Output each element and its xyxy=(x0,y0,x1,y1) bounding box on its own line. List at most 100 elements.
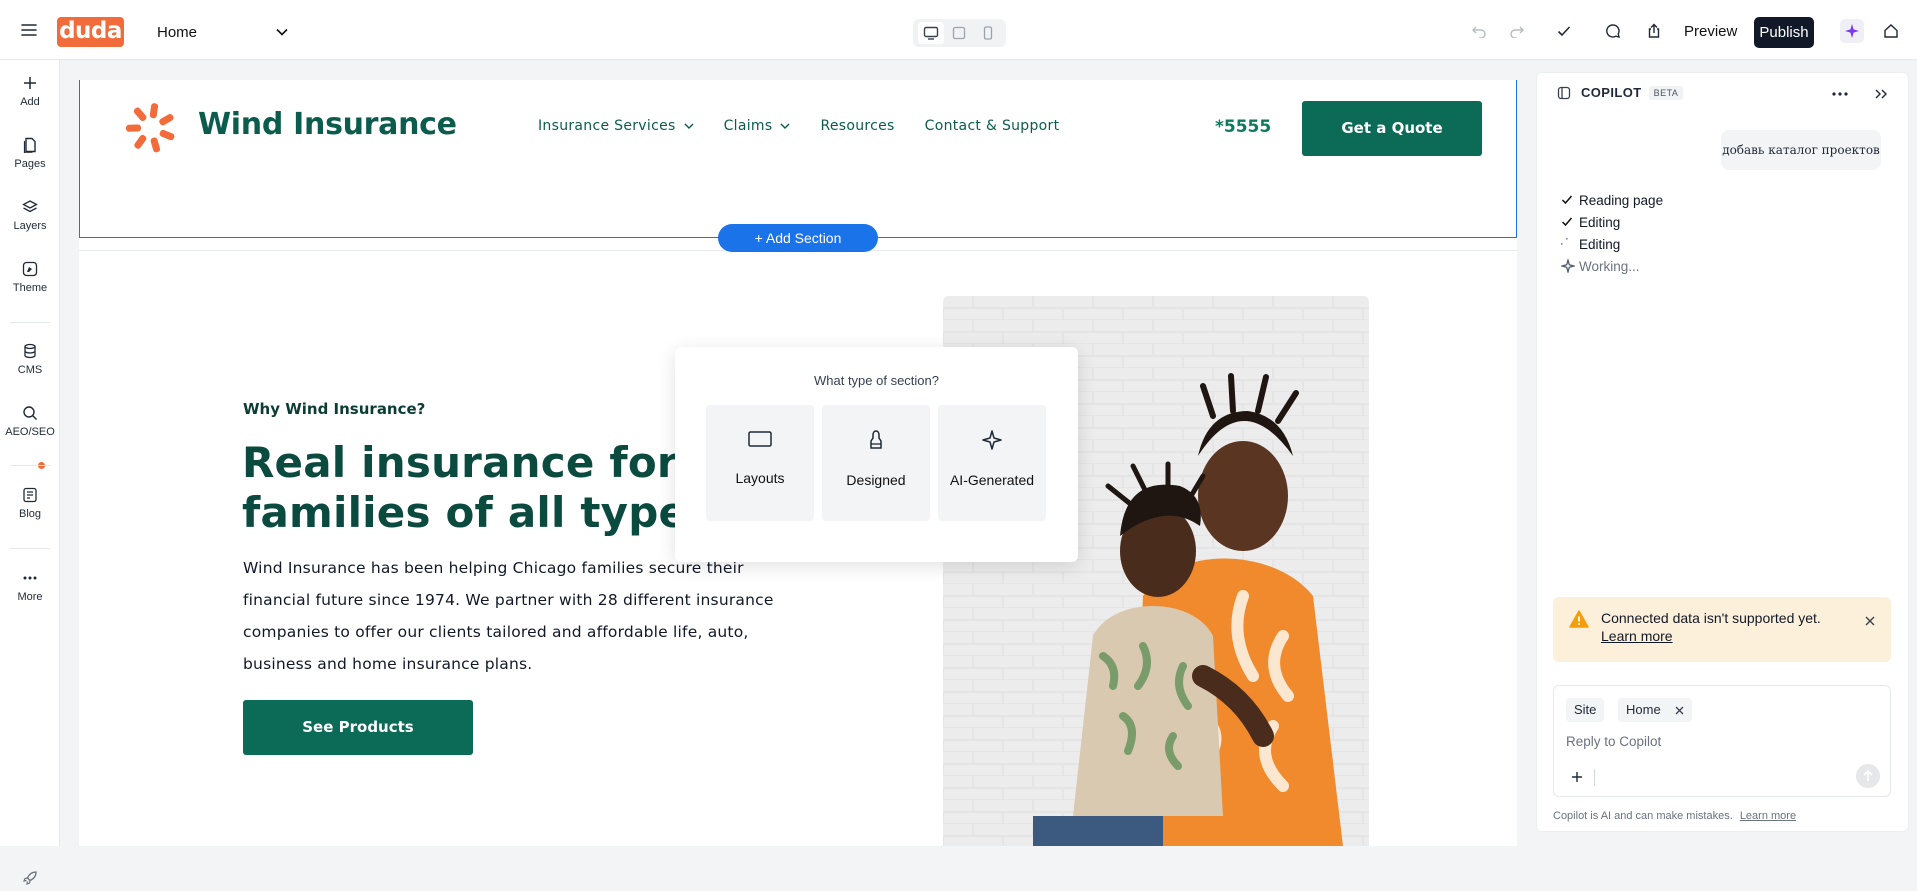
sidebar-item-layers[interactable]: Layers xyxy=(0,199,60,232)
step-label: Reading page xyxy=(1579,192,1664,208)
pages-icon xyxy=(22,137,38,153)
warning-banner: Connected data isn't supported yet. Lear… xyxy=(1553,597,1891,662)
more-icon xyxy=(22,570,38,586)
sidebar-item-more[interactable]: More xyxy=(0,570,60,603)
warning-text: Connected data isn't supported yet. xyxy=(1601,610,1821,626)
preview-button[interactable]: Preview xyxy=(1678,18,1743,46)
sidebar-item-label: More xyxy=(17,591,43,603)
copilot-header: COPILOT BETA xyxy=(1557,85,1684,100)
spinner-icon xyxy=(1561,238,1577,250)
site-navigation: Insurance Services Claims Resources Cont… xyxy=(538,118,1089,134)
tablet-icon[interactable] xyxy=(946,22,972,44)
copilot-icon xyxy=(1557,86,1571,100)
arrow-up-icon xyxy=(1863,770,1873,782)
sidebar-item-add[interactable]: Add xyxy=(0,75,60,108)
add-section-button[interactable]: + Add Section xyxy=(718,224,878,252)
step-item: Reading page xyxy=(1561,189,1663,211)
step-label: Editing xyxy=(1579,236,1621,252)
sidebar-item-cms[interactable]: CMS xyxy=(0,343,60,376)
paint-brush-icon xyxy=(865,429,887,451)
check-icon xyxy=(1561,195,1577,205)
rocket-icon[interactable] xyxy=(14,865,46,891)
sidebar-item-label: Theme xyxy=(12,282,48,294)
nav-item-claims[interactable]: Claims xyxy=(724,118,791,134)
nav-item-label: Claims xyxy=(723,118,773,134)
option-label: Layouts xyxy=(735,470,785,486)
step-item: Working... xyxy=(1561,255,1663,277)
hero-eyebrow[interactable]: Why Wind Insurance? xyxy=(243,400,425,418)
sidebar-item-pages[interactable]: Pages xyxy=(0,137,60,170)
home-icon[interactable] xyxy=(1880,20,1902,42)
check-icon xyxy=(1561,217,1577,227)
ai-sparkle-icon[interactable] xyxy=(1840,19,1864,43)
blog-icon xyxy=(22,487,38,503)
option-designed[interactable]: Designed xyxy=(822,405,930,521)
composer-divider xyxy=(1594,769,1595,786)
top-toolbar: duda Home Preview Publish xyxy=(0,0,1917,60)
comment-icon[interactable] xyxy=(1602,20,1624,42)
sidebar-item-aeo-seo[interactable]: AEO/SEO xyxy=(0,405,60,438)
step-item: Editing xyxy=(1561,233,1663,255)
site-header-section[interactable]: Wind Insurance Insurance Services Claims… xyxy=(79,80,1517,238)
redo-icon[interactable] xyxy=(1506,20,1528,42)
publish-button[interactable]: Publish xyxy=(1754,17,1814,48)
editor-canvas: Wind Insurance Insurance Services Claims… xyxy=(79,80,1517,846)
learn-more-link[interactable]: Learn more xyxy=(1601,628,1673,644)
beta-badge: BETA xyxy=(1648,85,1684,100)
close-icon[interactable] xyxy=(1861,612,1879,630)
sidebar-item-label: AEO/SEO xyxy=(5,426,55,438)
more-options-icon[interactable] xyxy=(1829,85,1851,103)
chevron-down-icon xyxy=(684,123,694,129)
site-name[interactable]: Wind Insurance xyxy=(198,107,457,142)
share-icon[interactable] xyxy=(1643,20,1665,42)
popup-title: What type of section? xyxy=(813,373,939,388)
device-switcher xyxy=(913,19,1006,47)
sparkle-icon xyxy=(1561,259,1577,273)
duda-logo[interactable]: duda xyxy=(57,17,124,47)
section-type-popup: What type of section? Layouts Designed A… xyxy=(675,347,1078,562)
chip-label: Home xyxy=(1626,702,1661,717)
remove-chip-icon[interactable] xyxy=(1675,706,1684,715)
see-products-button[interactable]: See Products xyxy=(243,700,473,755)
sidebar-item-label: Pages xyxy=(14,158,46,170)
context-chip-home[interactable]: Home xyxy=(1618,698,1692,722)
copilot-panel: COPILOT BETA добавь каталог проектов Rea… xyxy=(1536,72,1909,832)
layout-icon xyxy=(747,429,773,449)
option-layouts[interactable]: Layouts xyxy=(706,405,814,521)
check-icon[interactable] xyxy=(1553,20,1575,42)
nav-item-contact-support[interactable]: Contact & Support xyxy=(925,118,1060,134)
database-icon xyxy=(23,343,37,359)
collapse-panel-icon[interactable] xyxy=(1871,85,1891,103)
mobile-icon[interactable] xyxy=(975,22,1001,44)
desktop-icon[interactable] xyxy=(918,22,945,44)
plus-icon[interactable] xyxy=(1568,768,1586,786)
option-label: AI-Generated xyxy=(949,472,1035,488)
search-icon xyxy=(22,405,38,421)
page-selector[interactable]: Home xyxy=(143,16,298,48)
context-chip-site[interactable]: Site xyxy=(1566,698,1605,722)
get-a-quote-button[interactable]: Get a Quote xyxy=(1302,101,1482,156)
undo-icon[interactable] xyxy=(1468,20,1490,42)
disclaimer-text: Copilot is AI and can make mistakes. xyxy=(1553,810,1733,822)
sidebar-item-theme[interactable]: Theme xyxy=(0,261,60,294)
step-label: Working... xyxy=(1579,258,1640,274)
send-button[interactable] xyxy=(1856,764,1880,788)
progress-steps: Reading page Editing Editing Working... xyxy=(1561,189,1663,277)
sidebar-item-blog[interactable]: Blog xyxy=(0,487,60,520)
copilot-composer: Site Home xyxy=(1553,685,1891,797)
sparkle-icon xyxy=(981,429,1003,451)
sidebar-item-label: Layers xyxy=(13,220,47,232)
menu-icon[interactable] xyxy=(19,22,39,38)
option-label: Designed xyxy=(846,472,906,488)
nav-item-insurance-services[interactable]: Insurance Services xyxy=(538,118,694,134)
nav-item-resources[interactable]: Resources xyxy=(820,118,894,134)
reply-input[interactable] xyxy=(1566,730,1876,752)
theme-icon xyxy=(22,261,38,277)
warning-icon xyxy=(1569,610,1589,628)
phone-number[interactable]: *5555 xyxy=(1215,117,1271,137)
sidebar-item-label: Blog xyxy=(18,508,42,520)
chevron-down-icon xyxy=(276,28,288,36)
disclaimer-learn-more-link[interactable]: Learn more xyxy=(1740,810,1796,822)
option-ai-generated[interactable]: AI-Generated xyxy=(938,405,1046,521)
hero-body-text[interactable]: Wind Insurance has been helping Chicago … xyxy=(243,552,783,680)
